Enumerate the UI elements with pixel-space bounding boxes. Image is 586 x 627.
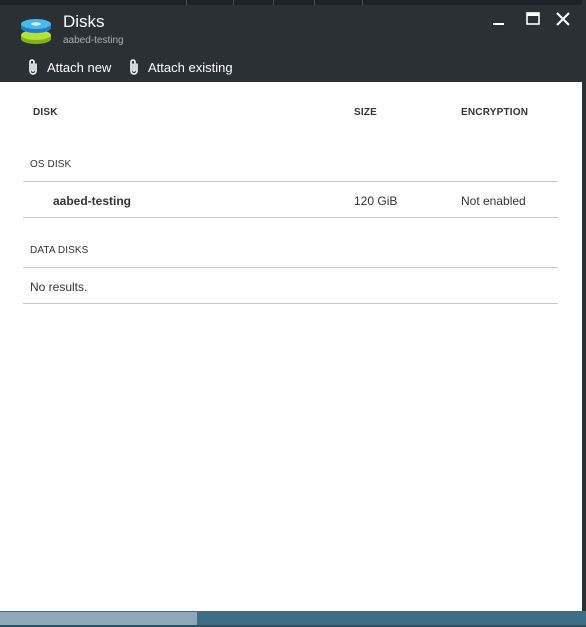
- disk-encryption-cell: Not enabled: [461, 194, 526, 208]
- divider: [23, 181, 558, 182]
- paperclip-icon: [130, 59, 138, 75]
- blade-subtitle: aabed-testing: [63, 35, 124, 46]
- attach-new-button[interactable]: Attach new: [26, 57, 111, 77]
- close-icon[interactable]: [554, 10, 572, 28]
- strip-divider: [314, 0, 315, 5]
- disk-size-cell: 120 GiB: [354, 194, 398, 208]
- column-header-size[interactable]: SIZE: [354, 107, 377, 118]
- strip-divider: [186, 0, 187, 5]
- attach-existing-button[interactable]: Attach existing: [127, 57, 233, 77]
- minimize-icon[interactable]: [490, 10, 508, 28]
- blade-title: Disks: [63, 12, 105, 31]
- strip-divider: [362, 0, 363, 5]
- disks-icon: [21, 19, 51, 44]
- strip-divider: [273, 0, 274, 5]
- disks-table: DISK SIZE ENCRYPTION OS DISK aabed-testi…: [0, 82, 582, 611]
- strip-divider: [233, 0, 234, 5]
- disk-name-cell[interactable]: aabed-testing: [53, 194, 131, 208]
- blade-header: Disks aabed-testing Attach new Attach ex…: [0, 0, 586, 82]
- blade-edge: [582, 0, 586, 611]
- scrollbar-thumb[interactable]: [0, 612, 197, 626]
- paperclip-icon: [29, 59, 37, 75]
- attach-new-label: Attach new: [47, 59, 112, 75]
- top-strip: [0, 0, 586, 5]
- attach-existing-label: Attach existing: [148, 59, 233, 75]
- empty-state-text: No results.: [30, 280, 88, 294]
- column-header-disk[interactable]: DISK: [33, 107, 58, 118]
- os-disk-section-label: OS DISK: [30, 159, 72, 170]
- column-header-encryption[interactable]: ENCRYPTION: [461, 107, 528, 118]
- divider: [23, 267, 558, 268]
- divider: [23, 217, 558, 218]
- divider: [23, 303, 558, 304]
- disks-blade: Disks aabed-testing Attach new Attach ex…: [0, 0, 586, 627]
- maximize-icon[interactable]: [524, 10, 542, 28]
- data-disks-section-label: DATA DISKS: [30, 245, 89, 256]
